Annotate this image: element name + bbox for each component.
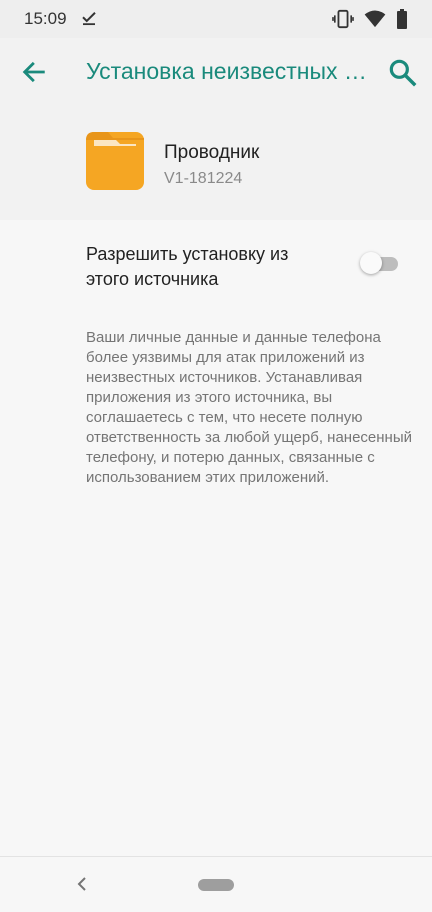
download-done-icon [82,12,96,26]
page-title: Установка неизвестных приложений [86,58,368,84]
folder-icon [86,132,144,190]
status-right-icons [332,9,408,29]
wifi-icon [364,10,386,28]
toggle-thumb [360,252,382,274]
setting-label: Разрешить установку из этого источника [86,244,289,289]
status-time: 15:09 [24,9,67,28]
battery-icon [397,9,407,29]
status-bar: 15:09 [0,0,432,38]
app-toolbar: Установка неизвестных приложений [0,38,432,106]
allow-install-setting[interactable]: Разрешить установку из этого источника [0,220,432,306]
allow-install-toggle[interactable] [360,252,400,274]
home-pill-icon[interactable] [198,879,234,891]
app-header: Проводник V1-181224 [0,106,432,220]
navigation-bar [0,856,432,912]
app-name: Проводник [164,142,260,163]
vibrate-icon [332,9,354,29]
back-arrow-icon[interactable] [20,58,48,86]
app-version: V1-181224 [164,170,243,187]
nav-back-icon[interactable] [74,875,92,893]
security-warning-text: Ваши личные данные и данные телефона бол… [86,329,412,486]
search-icon[interactable] [386,56,418,88]
